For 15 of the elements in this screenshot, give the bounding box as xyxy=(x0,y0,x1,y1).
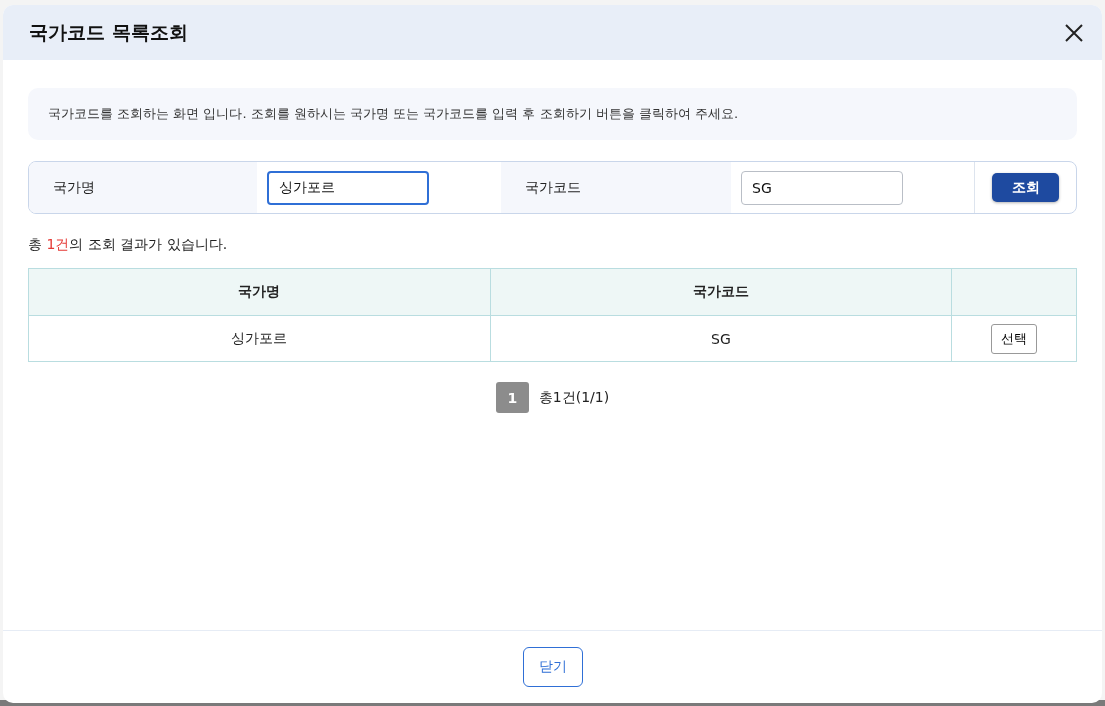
input-field[interactable]: 싱가포르 xyxy=(267,170,429,205)
column-header: 국가명 xyxy=(28,268,491,316)
column-header: 국가코드 xyxy=(490,268,952,316)
page-total: 총1건(1/1) xyxy=(538,388,610,407)
input-field[interactable]: SG xyxy=(741,170,903,205)
field-label: 국가코드 xyxy=(501,162,731,213)
table-cell: SG xyxy=(490,315,952,362)
notice-text: 국가코드를 조회하는 화면 입니다. 조회를 원하시는 국가명 또는 국가코드를 입력 후 조회하기 버튼을 클릭하여 주세요. xyxy=(28,88,1077,140)
field-label: 국가명 xyxy=(29,162,257,213)
result-summary: 총 1건의 조회 결과가 있습니다. xyxy=(28,236,229,254)
dialog-title: 국가코드 목록조회 xyxy=(29,19,188,45)
table-cell: 싱가포르 xyxy=(28,315,491,362)
search-button[interactable]: 조회 xyxy=(992,173,1059,202)
close-button[interactable]: 닫기 xyxy=(522,647,583,687)
select-button[interactable]: 선택 xyxy=(991,323,1038,354)
